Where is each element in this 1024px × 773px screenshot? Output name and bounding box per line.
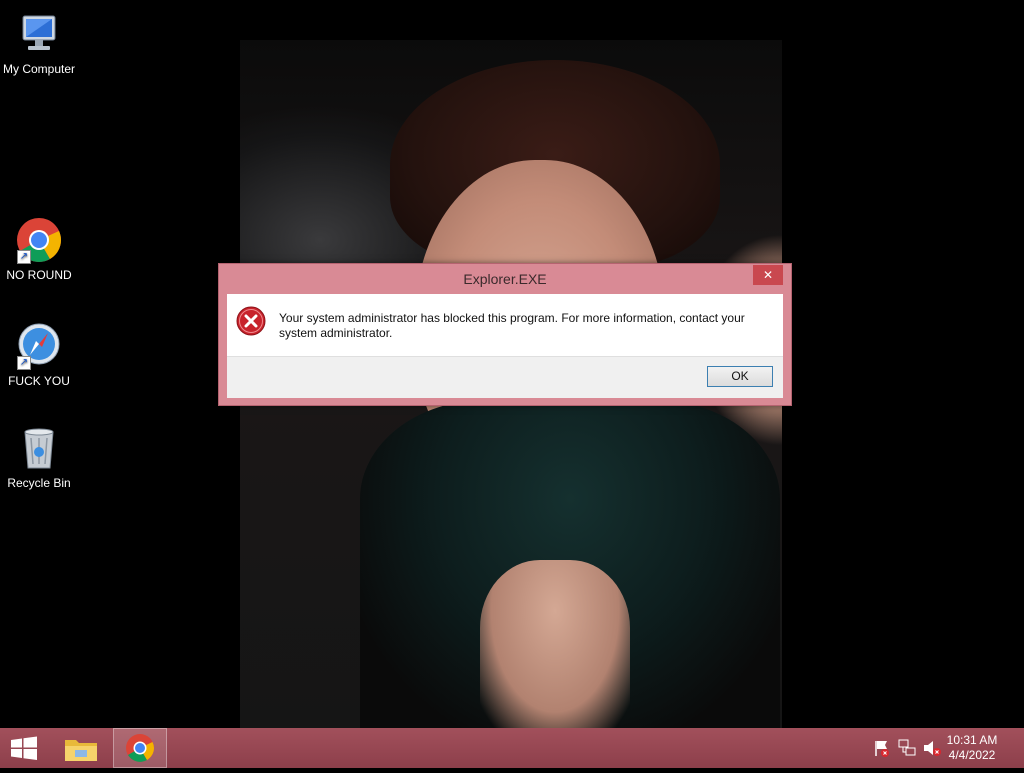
wallpaper-skin bbox=[480, 560, 630, 730]
action-center-flag-icon bbox=[875, 741, 889, 757]
computer-icon bbox=[15, 10, 63, 58]
desktop-icon-recycle-bin[interactable]: Recycle Bin bbox=[0, 424, 78, 490]
shortcut-arrow-icon: ↗ bbox=[17, 250, 31, 264]
shortcut-arrow-icon: ↗ bbox=[17, 356, 31, 370]
taskbar-file-explorer[interactable] bbox=[58, 728, 104, 768]
file-explorer-icon bbox=[65, 740, 97, 761]
dialog-message: Your system administrator has blocked th… bbox=[279, 311, 745, 340]
desktop-icon-label: Recycle Bin bbox=[7, 476, 71, 490]
dialog-footer: OK bbox=[227, 356, 783, 398]
dialog-titlebar[interactable]: Explorer.EXE ✕ bbox=[219, 264, 791, 294]
error-dialog: Explorer.EXE ✕ Your system administrator… bbox=[218, 263, 792, 406]
desktop-icon-fuck-you[interactable]: ↗ FUCK YOU bbox=[0, 322, 78, 388]
taskbar-chrome[interactable] bbox=[113, 728, 167, 768]
network-icon bbox=[898, 739, 916, 756]
desktop-icon-no-round[interactable]: ↗ NO ROUND bbox=[0, 216, 78, 282]
tray-network[interactable] bbox=[895, 728, 919, 768]
desktop-icon-my-computer[interactable]: My Computer bbox=[0, 10, 78, 76]
error-icon bbox=[236, 306, 266, 336]
desktop-icon-label: NO ROUND bbox=[6, 268, 72, 282]
desktop-icon-label: FUCK YOU bbox=[8, 374, 70, 388]
ok-button[interactable]: OK bbox=[707, 366, 773, 387]
tray-action-center[interactable] bbox=[870, 728, 894, 768]
clock-date: 4/4/2022 bbox=[948, 748, 996, 762]
clock-time: 10:31 AM bbox=[946, 733, 998, 747]
dialog-title: Explorer.EXE bbox=[463, 271, 547, 287]
safari-icon: ↗ bbox=[15, 322, 63, 370]
start-button[interactable] bbox=[0, 728, 48, 768]
taskbar: 10:31 AM 4/4/2022 bbox=[0, 728, 1024, 768]
taskbar-clock[interactable]: 10:31 AM 4/4/2022 bbox=[938, 733, 1006, 763]
windows-start-icon bbox=[11, 736, 37, 760]
close-button[interactable]: ✕ bbox=[753, 265, 783, 285]
desktop-icon-label: My Computer bbox=[2, 62, 76, 76]
dialog-body: Your system administrator has blocked th… bbox=[227, 294, 783, 356]
chrome-icon bbox=[126, 734, 154, 762]
recycle-bin-icon bbox=[15, 424, 63, 472]
chrome-icon: ↗ bbox=[15, 216, 63, 264]
